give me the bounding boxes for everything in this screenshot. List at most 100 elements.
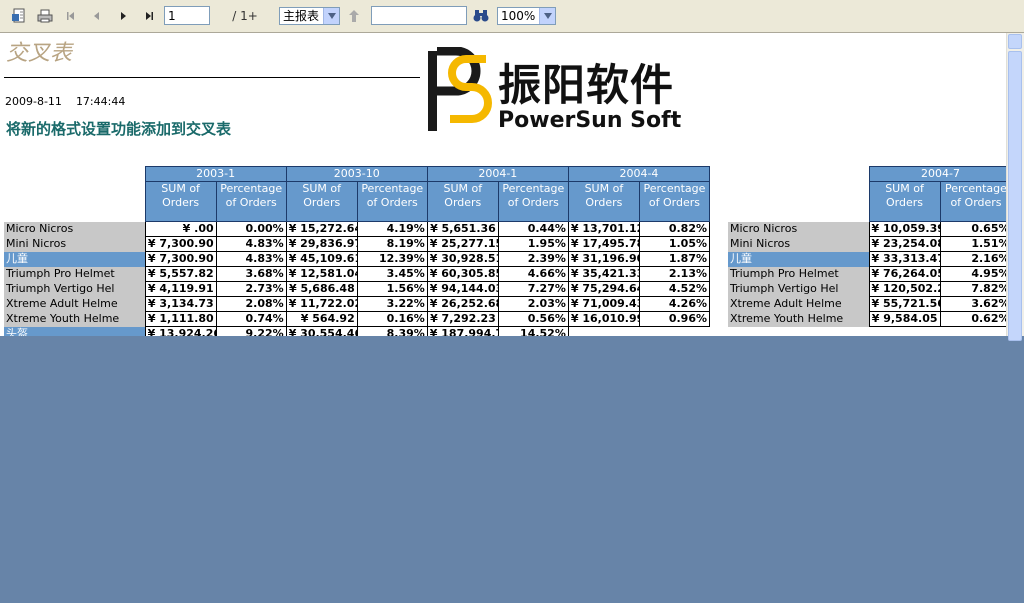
percentage-header: Percentage of Orders (638, 181, 711, 222)
search-input[interactable] (371, 6, 467, 25)
percentage-header: Percentage of Orders (939, 181, 1006, 222)
sum-cell: ¥ 94,144.03 (426, 281, 499, 297)
report-subtitle: 将新的格式设置功能添加到交叉表 (6, 120, 232, 138)
table-row: Xtreme Adult Helme ¥ 3,134.73 2.08% ¥ 11,72… (4, 296, 711, 312)
sum-cell: ¥ 9,584.05 (868, 311, 941, 327)
sum-cell: ¥ 13,924.26 (144, 326, 217, 336)
percentage-cell: 0.00% (215, 221, 287, 237)
sum-cell: ¥ 7,300.90 (144, 251, 217, 267)
corner-cell (728, 182, 869, 222)
sum-cell: ¥ 17,495.78 (567, 236, 640, 252)
sum-cell: ¥ 29,836.97 (285, 236, 358, 252)
first-page-icon[interactable] (64, 7, 78, 25)
report-select[interactable]: 主报表 (279, 7, 340, 25)
sum-cell: ¥ .00 (144, 221, 217, 237)
percentage-cell: 3.62% (939, 296, 1006, 312)
sum-cell: ¥ 15,272.64 (285, 221, 358, 237)
sum-cell: ¥ 11,722.02 (285, 296, 358, 312)
print-icon[interactable] (36, 7, 54, 25)
percentage-cell: 4.19% (356, 221, 428, 237)
sum-cell: ¥ 71,009.43 (567, 296, 640, 312)
page-total: / 1+ (232, 9, 258, 23)
percentage-cell: 8.39% (356, 326, 428, 336)
row-label: Mini Nicros (4, 236, 146, 252)
sum-cell: ¥ 55,721.56 (868, 296, 941, 312)
row-label: Triumph Pro Helmet (728, 266, 869, 282)
report-select-value: 主报表 (283, 9, 320, 23)
up-arrow-icon[interactable] (347, 7, 361, 25)
row-label: Xtreme Youth Helme (728, 311, 869, 327)
percentage-header: Percentage of Orders (215, 181, 287, 222)
sum-cell: ¥ 564.92 (285, 311, 358, 327)
percentage-cell: 1.51% (939, 236, 1006, 252)
sum-cell: ¥ 13,701.12 (567, 221, 640, 237)
scroll-thumb[interactable] (1008, 51, 1022, 341)
next-page-icon[interactable] (116, 7, 130, 25)
zoom-select-value: 100% (501, 9, 536, 23)
percentage-cell: 4.26% (638, 296, 711, 312)
group-label: 头盔 (4, 326, 146, 336)
sum-cell: ¥ 10,059.39 (868, 221, 941, 237)
table-row: 儿童 ¥ 7,300.90 4.83% ¥ 45,109.61 12.39% ¥ 30,9… (4, 251, 711, 267)
percentage-cell: 0.65% (939, 221, 1006, 237)
sum-cell: ¥ 16,010.99 (567, 311, 640, 327)
company-logo: 振阳软件 PowerSun Soft (426, 45, 716, 135)
percentage-cell: 0.82% (638, 221, 711, 237)
percentage-cell: 4.52% (638, 281, 711, 297)
report-toolbar: / 1+ 主报表 100% (0, 0, 1024, 33)
sum-cell: ¥ 30,928.51 (426, 251, 499, 267)
sum-cell: ¥ 120,502.27 (868, 281, 941, 297)
percentage-cell: 2.16% (939, 251, 1006, 267)
corner-cell (728, 167, 869, 182)
find-binoculars-icon[interactable] (473, 7, 489, 25)
logo-english-name: PowerSun Soft (498, 108, 682, 133)
percentage-cell: 4.66% (497, 266, 569, 282)
table-row: Xtreme Youth Helme ¥ 9,584.05 0.62% (728, 311, 1006, 327)
export-icon[interactable] (10, 7, 28, 25)
scroll-up-button[interactable] (1008, 34, 1022, 49)
row-label: Xtreme Adult Helme (728, 296, 869, 312)
sum-cell: ¥ 7,300.90 (144, 236, 217, 252)
percentage-cell: 1.95% (497, 236, 569, 252)
sum-cell: ¥ 45,109.61 (285, 251, 358, 267)
logo-chinese-name: 振阳软件 (498, 61, 674, 111)
group-label: 儿童 (728, 251, 869, 267)
percentage-cell: 4.83% (215, 236, 287, 252)
table-row: Micro Nicros ¥ 10,059.39 0.65% (728, 221, 1006, 237)
period-header: 2004-7 (868, 166, 1006, 182)
page-number-input[interactable] (164, 6, 210, 25)
row-label: Xtreme Youth Helme (4, 311, 146, 327)
sum-header: SUM of Orders (567, 181, 640, 222)
table-row: Triumph Vertigo Hel¥ 120,502.277.82% (728, 281, 1006, 297)
sum-cell: ¥ 76,264.05 (868, 266, 941, 282)
report-time: 17:44:44 (75, 95, 126, 108)
previous-page-icon[interactable] (90, 7, 104, 25)
row-label: Xtreme Adult Helme (4, 296, 146, 312)
percentage-header: Percentage of Orders (356, 181, 428, 222)
period-header: 2004-4 (567, 166, 711, 182)
vertical-scrollbar[interactable] (1006, 33, 1024, 341)
zoom-select[interactable]: 100% (497, 7, 556, 25)
percentage-cell: 7.27% (497, 281, 569, 297)
percentage-cell: 4.95% (939, 266, 1006, 282)
percentage-cell: 2.03% (497, 296, 569, 312)
sum-header: SUM of Orders (426, 181, 499, 222)
percentage-cell: 7.82% (939, 281, 1006, 297)
percentage-cell: 0.96% (638, 311, 711, 327)
period-header: 2003-10 (285, 166, 428, 182)
ps-logo-mark (428, 47, 492, 131)
percentage-cell: 12.39% (356, 251, 428, 267)
percentage-cell (639, 327, 709, 337)
last-page-icon[interactable] (142, 7, 156, 25)
sum-cell: ¥ 31,196.90 (567, 251, 640, 267)
table-row: Xtreme Adult Helme ¥ 55,721.56 3.62% (728, 296, 1006, 312)
percentage-cell: 1.56% (356, 281, 428, 297)
table-row: Micro Nicros ¥ .00 0.00% ¥ 15,272.64 4.19% ¥ … (4, 221, 711, 237)
report-title: 交叉表 (6, 41, 73, 66)
percentage-cell: 4.83% (215, 251, 287, 267)
percentage-cell: 8.19% (356, 236, 428, 252)
chevron-down-icon (539, 8, 555, 24)
sum-cell: ¥ 5,686.48 (285, 281, 358, 297)
table-row: 头盔 ¥ 13,924.26 9.22% ¥ 30,554.46 8.39% ¥ 187,… (4, 326, 710, 337)
sum-header: SUM of Orders (285, 181, 358, 222)
